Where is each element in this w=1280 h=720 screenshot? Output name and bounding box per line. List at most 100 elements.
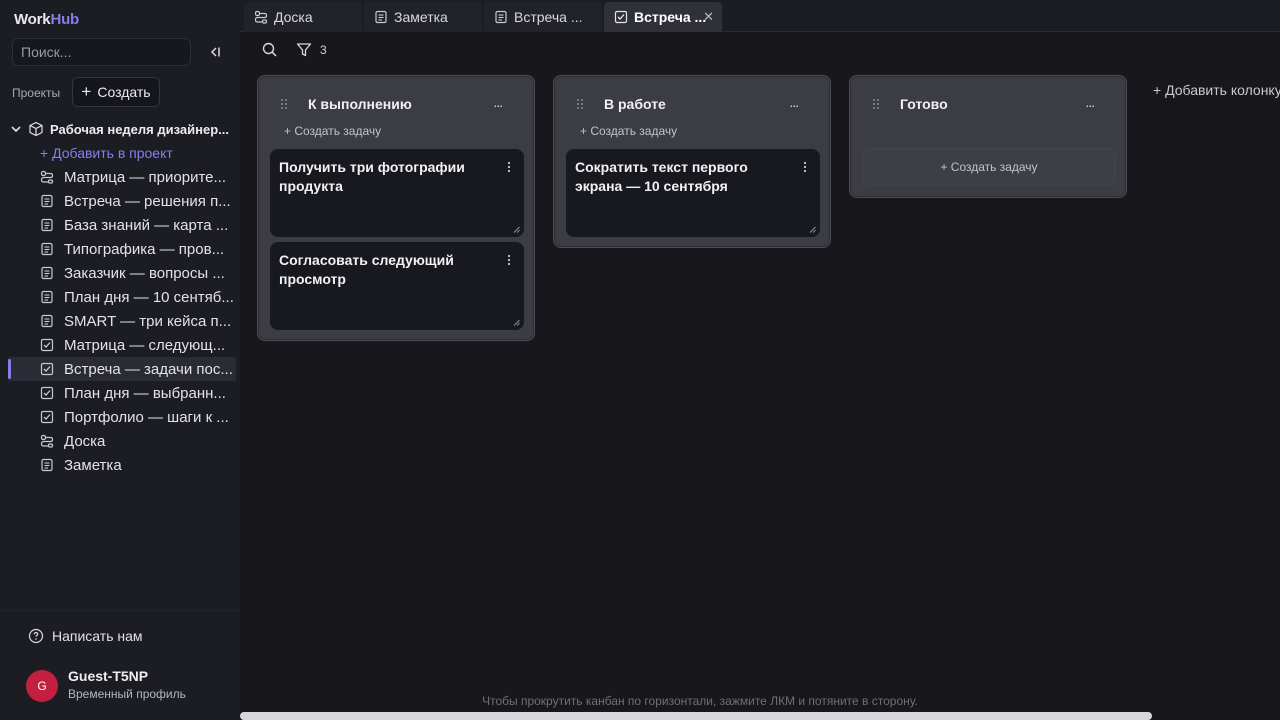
logo-hub: Hub bbox=[50, 11, 79, 28]
contact-us-link[interactable]: Написать нам bbox=[28, 628, 143, 644]
drag-handle-icon[interactable] bbox=[872, 98, 880, 110]
column-title: К выполнению bbox=[308, 96, 412, 112]
sidebar-item-active[interactable]: Встреча — задачи пос... bbox=[8, 357, 236, 381]
close-tab-icon[interactable]: ✕ bbox=[703, 9, 714, 25]
horizontal-scrollbar[interactable] bbox=[240, 712, 1152, 720]
sidebar-item[interactable]: База знаний — карта ... bbox=[0, 213, 240, 237]
create-label: Создать bbox=[97, 84, 151, 100]
more-vertical-icon[interactable] bbox=[507, 161, 511, 173]
tab-board[interactable]: Доска bbox=[244, 2, 362, 32]
sidebar-item[interactable]: Портфолио — шаги к ... bbox=[0, 405, 240, 429]
resize-handle-icon[interactable] bbox=[513, 319, 520, 326]
create-task-link[interactable]: + Создать задачу bbox=[284, 124, 381, 138]
task-card[interactable]: Сократить текст первого экрана — 10 сент… bbox=[566, 149, 820, 237]
sidebar-item-label: SMART — три кейса п... bbox=[64, 312, 232, 330]
sidebar-item[interactable]: Матрица — приорите... bbox=[0, 165, 240, 189]
avatar: G bbox=[26, 670, 58, 702]
note-icon bbox=[41, 314, 53, 328]
task-card[interactable]: Получить три фотографии продукта bbox=[270, 149, 524, 237]
tab-note[interactable]: Заметка bbox=[364, 2, 482, 32]
task-card-title: Получить три фотографии продукта bbox=[279, 159, 465, 194]
chevron-down-icon[interactable] bbox=[10, 123, 22, 135]
note-icon bbox=[41, 266, 53, 280]
sidebar-item-label: Встреча — задачи пос... bbox=[64, 360, 233, 378]
tab-label: Встреча ... bbox=[634, 9, 707, 25]
column-more-button[interactable]: ... bbox=[1085, 94, 1095, 110]
add-to-project-link[interactable]: + Добавить в проект bbox=[40, 145, 173, 161]
tab-meeting-note[interactable]: Встреча ... bbox=[484, 2, 602, 32]
sidebar-item[interactable]: Доска bbox=[0, 429, 240, 453]
add-column-button[interactable]: + Добавить колонку bbox=[1153, 82, 1280, 98]
column-header: Готово ... bbox=[850, 76, 1126, 122]
app-logo[interactable]: WorkHub bbox=[14, 11, 79, 28]
sidebar-item-label: Матрица — приорите... bbox=[64, 168, 226, 186]
scroll-hint: Чтобы прокрутить канбан по горизонтали, … bbox=[482, 694, 918, 708]
more-vertical-icon[interactable] bbox=[803, 161, 807, 173]
project-cube-icon bbox=[29, 121, 43, 137]
kanban-column-todo[interactable]: К выполнению ... + Создать задачу Получи… bbox=[257, 75, 535, 341]
checklist-icon bbox=[40, 338, 54, 352]
resize-handle-icon[interactable] bbox=[513, 226, 520, 233]
note-icon bbox=[495, 10, 507, 24]
filter-icon bbox=[296, 43, 312, 57]
column-header: К выполнению ... bbox=[258, 76, 534, 122]
board-icon bbox=[40, 434, 54, 448]
contact-label: Написать нам bbox=[52, 628, 143, 644]
user-name: Guest-T5NP bbox=[68, 668, 149, 684]
note-icon bbox=[41, 218, 53, 232]
note-icon bbox=[41, 194, 53, 208]
sidebar-item-label: Заметка bbox=[64, 456, 122, 474]
sidebar-item-label: Портфолио — шаги к ... bbox=[64, 408, 229, 426]
tab-meeting-tasks-active[interactable]: Встреча ... ✕ bbox=[604, 2, 722, 32]
sidebar-item-label: Матрица — следующ... bbox=[64, 336, 226, 354]
sidebar-item[interactable]: План дня — 10 сентяб... bbox=[0, 285, 240, 309]
search-icon bbox=[262, 42, 277, 57]
sidebar-item[interactable]: План дня — выбранн... bbox=[0, 381, 240, 405]
checklist-icon bbox=[40, 362, 54, 376]
project-row[interactable]: Рабочая неделя дизайнер... bbox=[10, 118, 240, 140]
board-search-button[interactable] bbox=[262, 42, 278, 61]
sidebar: WorkHub Поиск... Проекты + Создать Рабоч… bbox=[0, 0, 240, 720]
sidebar-item[interactable]: Заметка bbox=[0, 453, 240, 477]
sidebar-item[interactable]: Заказчик — вопросы ... bbox=[0, 261, 240, 285]
sidebar-search-input[interactable]: Поиск... bbox=[12, 38, 191, 66]
sidebar-item[interactable]: Встреча — решения п... bbox=[0, 189, 240, 213]
resize-handle-icon[interactable] bbox=[809, 226, 816, 233]
drag-handle-icon[interactable] bbox=[576, 98, 584, 110]
tab-bar: Доска Заметка Встреча ... Встреча ... ✕ bbox=[240, 0, 1280, 32]
column-header: В работе ... bbox=[554, 76, 830, 122]
task-card[interactable]: Согласовать следующий просмотр bbox=[270, 242, 524, 330]
column-more-button[interactable]: ... bbox=[493, 94, 503, 110]
task-card-title: Согласовать следующий просмотр bbox=[279, 252, 454, 287]
project-name: Рабочая неделя дизайнер... bbox=[50, 121, 229, 137]
kanban-column-in-progress[interactable]: В работе ... + Создать задачу Сократить … bbox=[553, 75, 831, 248]
collapse-sidebar-icon bbox=[210, 47, 220, 57]
create-task-link[interactable]: + Создать задачу bbox=[580, 124, 677, 138]
note-icon bbox=[375, 10, 387, 24]
checklist-icon bbox=[40, 410, 54, 424]
create-task-button[interactable]: + Создать задачу bbox=[862, 148, 1116, 186]
sidebar-item-label: План дня — 10 сентяб... bbox=[64, 288, 234, 306]
task-card-title: Сократить текст первого экрана — 10 сент… bbox=[575, 159, 748, 194]
note-icon bbox=[41, 290, 53, 304]
tab-label: Заметка bbox=[394, 9, 448, 25]
column-more-button[interactable]: ... bbox=[789, 94, 799, 110]
kanban-column-done[interactable]: Готово ... + Создать задачу bbox=[849, 75, 1127, 198]
sidebar-item[interactable]: Типографика — пров... bbox=[0, 237, 240, 261]
board-icon bbox=[40, 170, 54, 184]
create-project-button[interactable]: + Создать bbox=[72, 77, 160, 107]
sidebar-item[interactable]: SMART — три кейса п... bbox=[0, 309, 240, 333]
collapse-sidebar-button[interactable] bbox=[204, 42, 226, 62]
filter-count: 3 bbox=[320, 43, 327, 57]
sidebar-item[interactable]: Матрица — следующ... bbox=[0, 333, 240, 357]
help-icon bbox=[28, 628, 44, 644]
sidebar-divider bbox=[0, 610, 240, 611]
more-vertical-icon[interactable] bbox=[507, 254, 511, 266]
user-profile[interactable]: G Guest-T5NP Временный профиль bbox=[26, 668, 186, 702]
note-icon bbox=[41, 242, 53, 256]
sidebar-item-label: План дня — выбранн... bbox=[64, 384, 226, 402]
drag-handle-icon[interactable] bbox=[280, 98, 288, 110]
tab-label: Доска bbox=[274, 9, 313, 25]
filter-button[interactable]: 3 bbox=[296, 42, 327, 58]
user-type: Временный профиль bbox=[68, 687, 186, 701]
